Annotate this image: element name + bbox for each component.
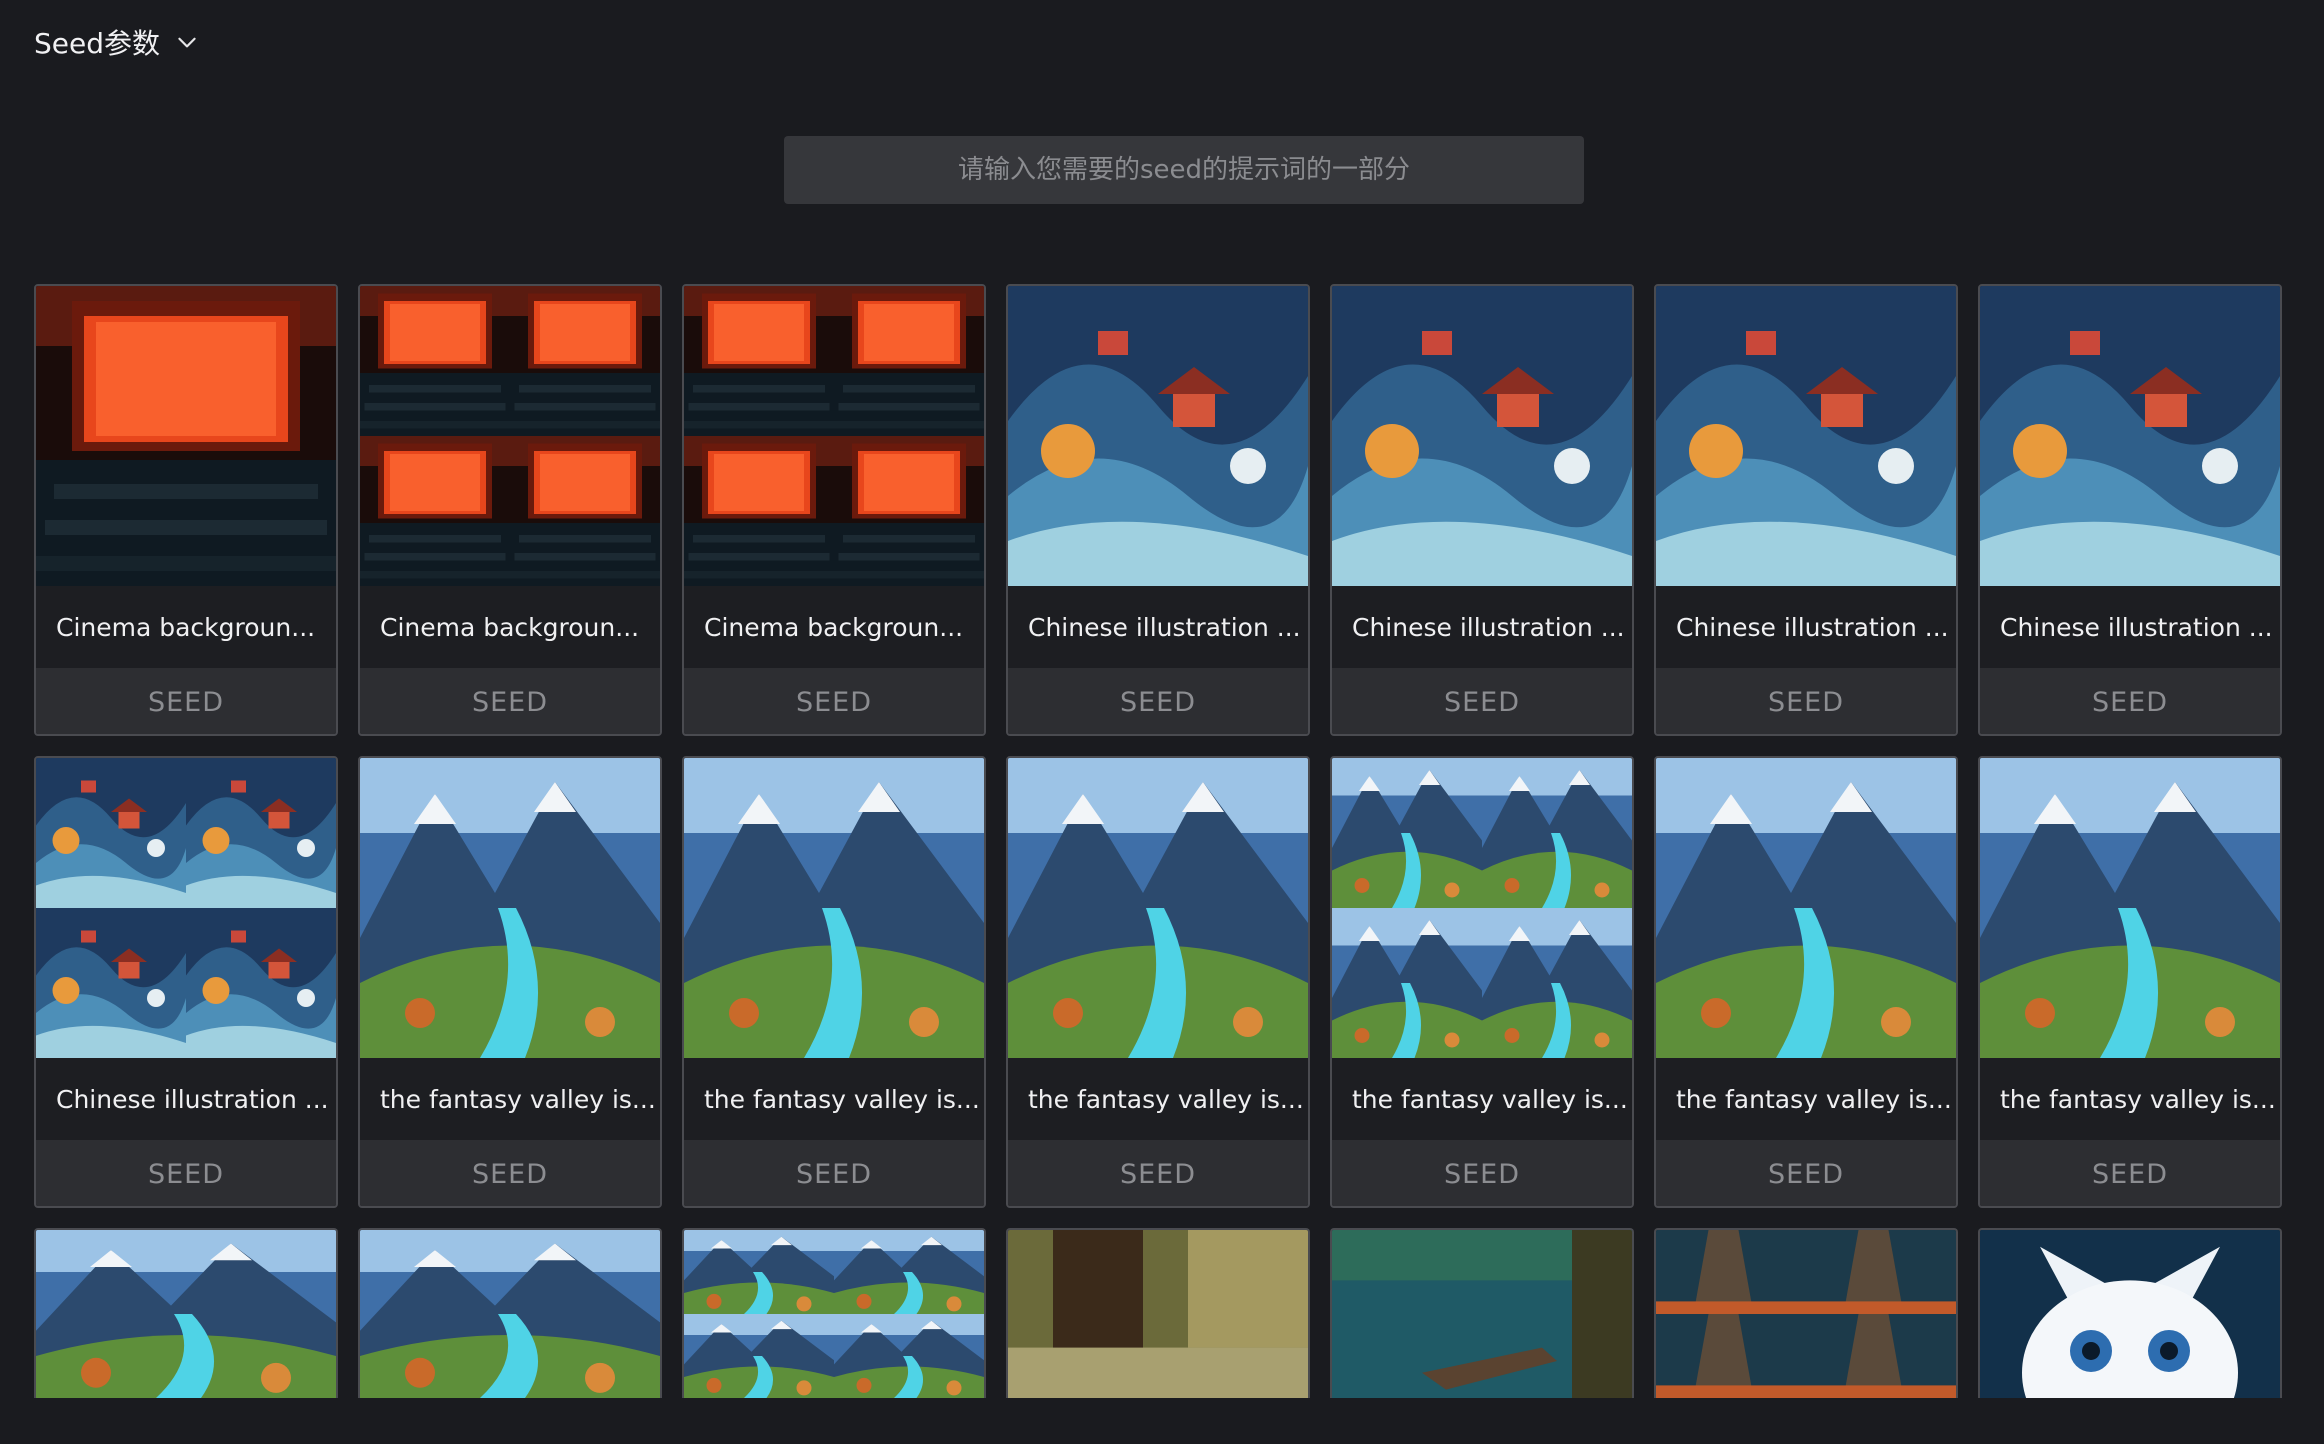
- seed-card: [1006, 1228, 1310, 1398]
- thumbnail-image: [360, 758, 660, 1058]
- thumbnail-image: [684, 1230, 984, 1398]
- thumbnail-image: [360, 286, 660, 586]
- card-thumbnail[interactable]: [1980, 286, 2280, 586]
- seed-button[interactable]: SEED: [684, 1140, 984, 1206]
- card-title: the fantasy valley is...: [1980, 1058, 2280, 1140]
- seed-card: [1330, 1228, 1634, 1398]
- seed-card: [1978, 1228, 2282, 1398]
- card-thumbnail[interactable]: [1980, 758, 2280, 1058]
- seed-card: Cinema backgroun... SEED: [682, 284, 986, 736]
- card-thumbnail[interactable]: [36, 758, 336, 1058]
- thumbnail-image: [1332, 758, 1632, 1058]
- card-thumbnail[interactable]: [360, 1230, 660, 1398]
- card-title: the fantasy valley is...: [684, 1058, 984, 1140]
- card-title: Cinema backgroun...: [36, 586, 336, 668]
- seed-card: the fantasy valley is... SEED: [1654, 756, 1958, 1208]
- card-thumbnail[interactable]: [684, 286, 984, 586]
- card-title: Chinese illustration ...: [1980, 586, 2280, 668]
- seed-card: Cinema backgroun... SEED: [358, 284, 662, 736]
- card-thumbnail[interactable]: [1332, 1230, 1632, 1398]
- thumbnail-image: [1980, 758, 2280, 1058]
- card-title: the fantasy valley is...: [1332, 1058, 1632, 1140]
- seed-card: Cinema backgroun... SEED: [34, 284, 338, 736]
- thumbnail-image: [1332, 1230, 1632, 1398]
- card-title: Chinese illustration ...: [1332, 586, 1632, 668]
- seed-card: the fantasy valley is... SEED: [358, 756, 662, 1208]
- thumbnail-image: [1008, 758, 1308, 1058]
- thumbnail-image: [1980, 286, 2280, 586]
- seed-button[interactable]: SEED: [36, 668, 336, 734]
- seed-button[interactable]: SEED: [360, 1140, 660, 1206]
- card-thumbnail[interactable]: [36, 1230, 336, 1398]
- seed-card: [1654, 1228, 1958, 1398]
- card-thumbnail[interactable]: [1656, 1230, 1956, 1398]
- thumbnail-image: [36, 1230, 336, 1398]
- seed-grid: Cinema backgroun... SEED Cinema backgrou…: [34, 284, 2282, 1398]
- seed-card: Chinese illustration ... SEED: [1330, 284, 1634, 736]
- seed-button[interactable]: SEED: [1656, 1140, 1956, 1206]
- seed-button[interactable]: SEED: [1656, 668, 1956, 734]
- seed-params-dropdown[interactable]: Seed参数: [34, 18, 200, 66]
- seed-card: the fantasy valley is... SEED: [1330, 756, 1634, 1208]
- chevron-down-icon: [178, 37, 196, 48]
- card-thumbnail[interactable]: [360, 758, 660, 1058]
- thumbnail-image: [684, 286, 984, 586]
- seed-card: Chinese illustration ... SEED: [1006, 284, 1310, 736]
- seed-button[interactable]: SEED: [1008, 668, 1308, 734]
- seed-card: [358, 1228, 662, 1398]
- card-thumbnail[interactable]: [1332, 286, 1632, 586]
- card-title: Cinema backgroun...: [360, 586, 660, 668]
- card-title: Chinese illustration ...: [1656, 586, 1956, 668]
- card-thumbnail[interactable]: [1980, 1230, 2280, 1398]
- thumbnail-image: [1332, 286, 1632, 586]
- seed-button[interactable]: SEED: [1980, 668, 2280, 734]
- thumbnail-image: [1980, 1230, 2280, 1398]
- card-thumbnail[interactable]: [684, 758, 984, 1058]
- thumbnail-image: [684, 758, 984, 1058]
- seed-card: [682, 1228, 986, 1398]
- search-input[interactable]: [784, 136, 1584, 204]
- card-thumbnail[interactable]: [1008, 286, 1308, 586]
- thumbnail-image: [1656, 1230, 1956, 1398]
- page-title: Seed参数: [34, 27, 161, 60]
- card-title: Chinese illustration ...: [36, 1058, 336, 1140]
- card-thumbnail[interactable]: [1656, 758, 1956, 1058]
- thumbnail-image: [1656, 758, 1956, 1058]
- thumbnail-image: [360, 1230, 660, 1398]
- seed-button[interactable]: SEED: [36, 1140, 336, 1206]
- thumbnail-image: [1656, 286, 1956, 586]
- card-thumbnail[interactable]: [36, 286, 336, 586]
- seed-card: the fantasy valley is... SEED: [1978, 756, 2282, 1208]
- card-thumbnail[interactable]: [1656, 286, 1956, 586]
- seed-button[interactable]: SEED: [1008, 1140, 1308, 1206]
- card-title: the fantasy valley is...: [1656, 1058, 1956, 1140]
- card-title: the fantasy valley is...: [360, 1058, 660, 1140]
- thumbnail-image: [1008, 1230, 1308, 1398]
- seed-button[interactable]: SEED: [1332, 668, 1632, 734]
- card-thumbnail[interactable]: [360, 286, 660, 586]
- card-title: the fantasy valley is...: [1008, 1058, 1308, 1140]
- card-title: Cinema backgroun...: [684, 586, 984, 668]
- card-thumbnail[interactable]: [1332, 758, 1632, 1058]
- seed-button[interactable]: SEED: [1332, 1140, 1632, 1206]
- thumbnail-image: [36, 758, 336, 1058]
- seed-card: the fantasy valley is... SEED: [682, 756, 986, 1208]
- thumbnail-image: [36, 286, 336, 586]
- seed-card: Chinese illustration ... SEED: [1978, 284, 2282, 736]
- seed-card: Chinese illustration ... SEED: [34, 756, 338, 1208]
- seed-card: the fantasy valley is... SEED: [1006, 756, 1310, 1208]
- seed-button[interactable]: SEED: [360, 668, 660, 734]
- card-thumbnail[interactable]: [684, 1230, 984, 1398]
- seed-button[interactable]: SEED: [684, 668, 984, 734]
- card-thumbnail[interactable]: [1008, 758, 1308, 1058]
- seed-card: [34, 1228, 338, 1398]
- seed-button[interactable]: SEED: [1980, 1140, 2280, 1206]
- card-thumbnail[interactable]: [1008, 1230, 1308, 1398]
- seed-card: Chinese illustration ... SEED: [1654, 284, 1958, 736]
- thumbnail-image: [1008, 286, 1308, 586]
- card-title: Chinese illustration ...: [1008, 586, 1308, 668]
